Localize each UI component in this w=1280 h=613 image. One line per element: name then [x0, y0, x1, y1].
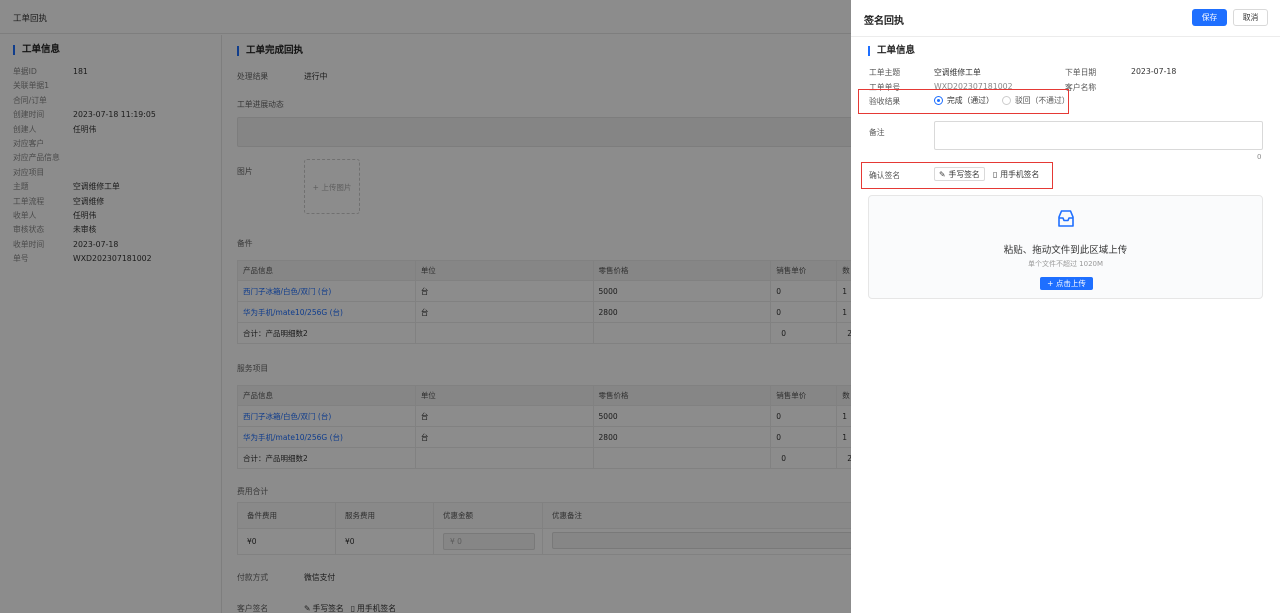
- signature-receipt-drawer: 签名回执 保存 取消 工单信息 工单主题 空调维修工单 下单日期 2023-07…: [851, 0, 1280, 613]
- click-upload-button[interactable]: + 点击上传: [1040, 277, 1093, 290]
- subject-label: 工单主题: [869, 68, 901, 77]
- remark-label: 备注: [869, 128, 885, 137]
- drawer-title: 签名回执: [864, 16, 904, 27]
- highlight-box: [858, 89, 1069, 114]
- remark-counter: 0: [1257, 153, 1262, 161]
- section-title: 工单信息: [868, 46, 915, 56]
- save-button[interactable]: 保存: [1192, 9, 1227, 26]
- modal-mask[interactable]: [0, 0, 851, 613]
- customer-name-label: 客户名称: [1065, 83, 1097, 92]
- upload-dropzone[interactable]: 粘贴、拖动文件到此区域上传 单个文件不超过 1020M + 点击上传: [868, 195, 1263, 299]
- cancel-button[interactable]: 取消: [1233, 9, 1268, 26]
- remark-textarea[interactable]: [934, 121, 1263, 150]
- drawer-header: 签名回执 保存 取消: [851, 0, 1280, 37]
- subject-value: 空调维修工单: [934, 68, 981, 77]
- dropzone-hint: 单个文件不超过 1020M: [1027, 260, 1104, 268]
- inbox-icon: [1058, 210, 1074, 227]
- order-date-value: 2023-07-18: [1131, 67, 1177, 76]
- highlight-box: [861, 162, 1053, 189]
- dropzone-title: 粘贴、拖动文件到此区域上传: [1003, 245, 1128, 256]
- order-date-label: 下单日期: [1065, 68, 1097, 77]
